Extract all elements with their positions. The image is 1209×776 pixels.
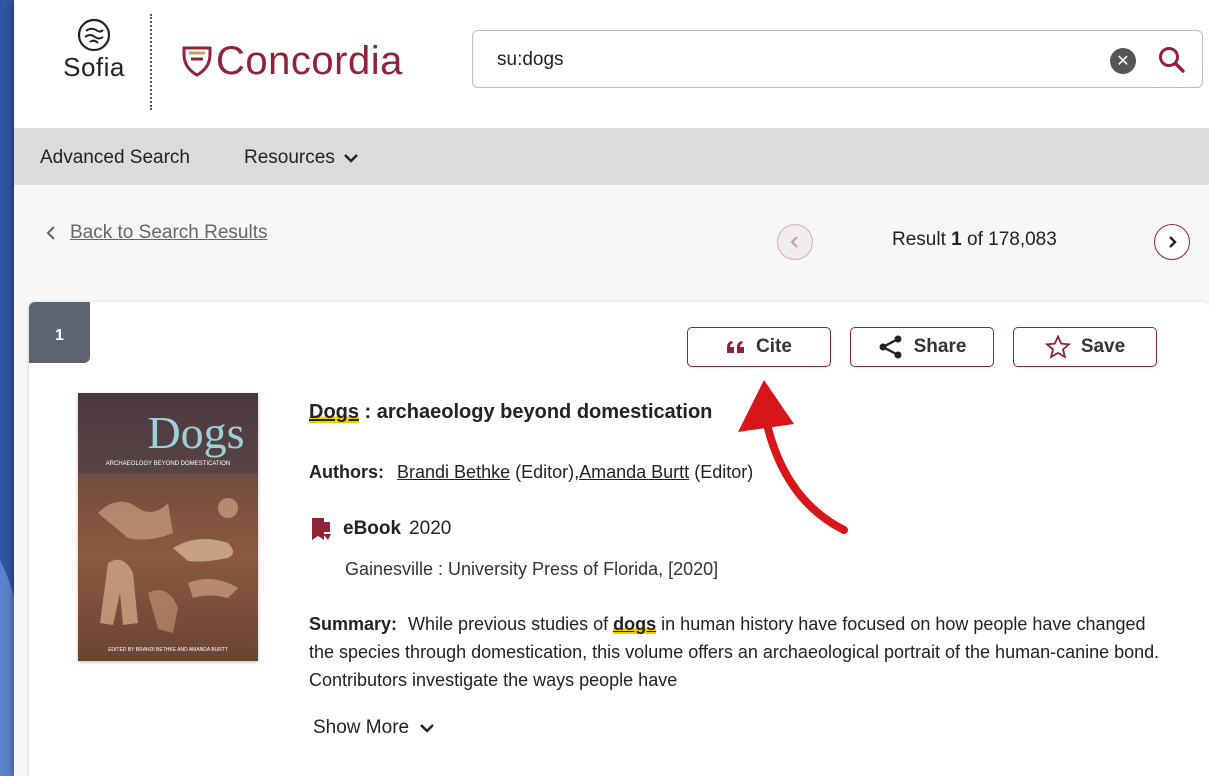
record-card: 1 Cite Share Save Dogs ARCHAEOLOGY BEYON… xyxy=(29,302,1209,776)
cover-subtitle: ARCHAEOLOGY BEYOND DOMESTICATION xyxy=(106,461,230,467)
share-label: Share xyxy=(913,336,967,357)
result-prefix: Result xyxy=(892,229,946,250)
close-icon: ✕ xyxy=(1116,53,1130,70)
book-cover-art: Dogs ARCHAEOLOGY BEYOND DOMESTICATION ED… xyxy=(78,393,258,661)
cover-editors: EDITED BY BRANDI BETHKE AND AMANDA BURTT xyxy=(108,647,228,653)
save-button[interactable]: Save xyxy=(1013,327,1157,367)
save-label: Save xyxy=(1080,336,1126,357)
book-cover-image[interactable]: Dogs ARCHAEOLOGY BEYOND DOMESTICATION ED… xyxy=(78,393,258,661)
summary-highlight: dogs xyxy=(613,614,657,634)
concordia-crest-icon xyxy=(182,46,212,77)
record-summary: Summary: While previous studies of dogs … xyxy=(309,610,1169,694)
ebook-icon xyxy=(312,518,331,540)
sofia-logo[interactable]: Sofia xyxy=(54,18,134,108)
main-nav: Advanced Search Resources xyxy=(14,128,1209,185)
site-header: Sofia Concordia ✕ xyxy=(14,0,1209,128)
star-icon xyxy=(1044,335,1071,359)
nav-resources-label: Resources xyxy=(244,147,335,168)
result-current: 1 xyxy=(951,229,962,250)
authors-label: Authors: xyxy=(309,462,384,482)
format-label: eBook xyxy=(343,518,402,539)
result-count: Result 1 of 178,083 xyxy=(892,229,1057,251)
record-index-badge: 1 xyxy=(29,302,90,363)
clear-search-button[interactable]: ✕ xyxy=(1110,48,1136,74)
record-index: 1 xyxy=(55,327,64,344)
header-divider xyxy=(150,14,152,110)
search-icon xyxy=(1159,47,1185,73)
chevron-right-icon xyxy=(1169,236,1177,248)
show-more-label: Show More xyxy=(313,717,410,738)
nav-advanced-search[interactable]: Advanced Search xyxy=(40,147,190,169)
share-icon xyxy=(879,335,902,359)
cite-button[interactable]: Cite xyxy=(687,327,831,367)
search-input[interactable] xyxy=(497,45,1097,75)
chevron-down-icon xyxy=(343,154,358,163)
sofia-icon xyxy=(77,18,111,52)
chevron-left-icon xyxy=(790,236,798,248)
browser-window: Sofia Concordia ✕ Advanced Se xyxy=(14,0,1209,776)
author-link[interactable]: Brandi Bethke xyxy=(397,462,510,482)
cover-title: Dogs xyxy=(147,407,244,458)
search-button[interactable] xyxy=(1157,45,1187,75)
quote-icon xyxy=(727,341,745,353)
share-button[interactable]: Share xyxy=(850,327,994,367)
sofia-label: Sofia xyxy=(63,52,125,82)
format-year: 2020 xyxy=(409,518,452,539)
record-title[interactable]: Dogs : archaeology beyond domestication xyxy=(309,401,712,424)
author-link[interactable]: Amanda Burtt xyxy=(579,462,689,482)
record-authors: Authors: Brandi Bethke (Editor),Amanda B… xyxy=(309,462,753,483)
author-role: (Editor) xyxy=(694,462,754,482)
result-of: of xyxy=(967,229,983,250)
title-rest: : archaeology beyond domestication xyxy=(359,401,713,423)
title-highlight: Dogs xyxy=(309,401,359,423)
cite-label: Cite xyxy=(756,336,792,357)
summary-label: Summary: xyxy=(309,614,398,634)
show-more-button[interactable]: Show More xyxy=(313,717,435,739)
summary-pre: While previous studies of xyxy=(408,614,609,634)
result-total: 178,083 xyxy=(988,229,1057,250)
back-link-label: Back to Search Results xyxy=(70,222,268,243)
search-box: ✕ xyxy=(472,30,1203,88)
concordia-logo[interactable]: Concordia xyxy=(182,36,403,86)
author-role: (Editor), xyxy=(515,462,580,482)
chevron-down-icon xyxy=(420,724,434,733)
previous-result-button[interactable] xyxy=(777,224,813,260)
back-to-results-link[interactable]: Back to Search Results xyxy=(46,222,267,244)
nav-resources[interactable]: Resources xyxy=(244,147,359,169)
record-publisher: Gainesville : University Press of Florid… xyxy=(345,559,719,579)
next-result-button[interactable] xyxy=(1154,224,1190,260)
chevron-left-icon xyxy=(46,226,55,240)
concordia-label: Concordia xyxy=(216,38,403,83)
record-format: eBook 2020 xyxy=(309,516,451,542)
